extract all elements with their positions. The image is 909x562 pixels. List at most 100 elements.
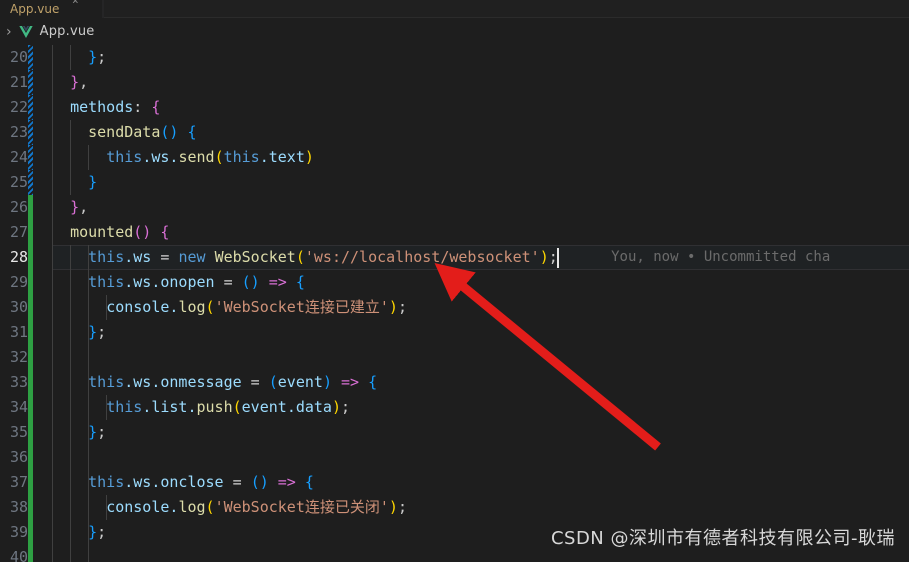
code-text: }; <box>88 323 107 341</box>
git-conflict-gutter-bar <box>28 145 33 170</box>
code-text: }; <box>88 48 107 66</box>
code-text: console.log('WebSocket连接已关闭'); <box>106 498 407 516</box>
git-added-gutter-bar <box>28 370 33 395</box>
code-line[interactable]: 35 }; <box>0 420 909 445</box>
code-line[interactable]: 29 this.ws.onopen = () => { <box>0 270 909 295</box>
line-number: 29 <box>9 273 28 291</box>
git-added-gutter-bar <box>28 345 33 370</box>
code-line[interactable]: 24 this.ws.send(this.text) <box>0 145 909 170</box>
line-number: 38 <box>9 498 28 516</box>
code-editor[interactable]: 20 }; 21 }, 22 methods: {23 sendData() {24… <box>0 45 909 562</box>
indent-guides <box>52 445 452 470</box>
code-line[interactable]: 30 console.log('WebSocket连接已建立'); <box>0 295 909 320</box>
code-text: }, <box>70 198 89 216</box>
code-text: }; <box>88 423 107 441</box>
code-line[interactable]: 32 <box>0 345 909 370</box>
vscode-editor-window: App.vue × › App.vue 20 }; 21 }, 22 methods… <box>0 0 909 562</box>
chevron-right-icon[interactable]: › <box>6 25 12 39</box>
code-text: this.ws.onmessage = (event) => { <box>88 373 378 391</box>
git-added-gutter-bar <box>28 445 33 470</box>
code-line[interactable]: 20 }; <box>0 45 909 70</box>
indent-guides <box>52 45 452 70</box>
code-line[interactable]: 33 this.ws.onmessage = (event) => { <box>0 370 909 395</box>
code-text: }; <box>88 523 107 541</box>
git-added-gutter-bar <box>28 420 33 445</box>
line-number: 22 <box>9 98 28 116</box>
code-text: sendData() { <box>88 123 197 141</box>
code-text: } <box>88 173 98 191</box>
breadcrumb: › App.vue <box>0 18 909 45</box>
line-number: 33 <box>9 373 28 391</box>
code-line[interactable]: 23 sendData() { <box>0 120 909 145</box>
line-number: 26 <box>9 198 28 216</box>
indent-guides <box>52 195 452 220</box>
code-line[interactable]: 27 mounted() { <box>0 220 909 245</box>
git-conflict-gutter-bar <box>28 95 33 120</box>
git-conflict-gutter-bar <box>28 120 33 145</box>
code-line[interactable]: 34 this.list.push(event.data); <box>0 395 909 420</box>
code-text: this.ws.onclose = () => { <box>88 473 314 491</box>
vue-logo-icon <box>18 24 34 40</box>
code-line[interactable]: 21 }, <box>0 70 909 95</box>
code-line[interactable]: 28 this.ws = new WebSocket('ws://localho… <box>0 245 909 270</box>
breadcrumb-file-name[interactable]: App.vue <box>40 24 95 39</box>
git-added-gutter-bar <box>28 545 33 562</box>
line-number: 21 <box>9 73 28 91</box>
git-added-gutter-bar <box>28 195 33 220</box>
git-added-gutter-bar <box>28 520 33 545</box>
line-number: 27 <box>9 223 28 241</box>
code-text: this.ws = new WebSocket('ws://localhost/… <box>88 248 558 266</box>
code-line[interactable]: 36 <box>0 445 909 470</box>
tab-strip-empty-area <box>104 0 909 18</box>
line-number: 32 <box>9 348 28 366</box>
code-text: this.list.push(event.data); <box>106 398 351 416</box>
close-icon[interactable]: × <box>72 0 79 16</box>
code-text: }, <box>70 73 89 91</box>
text-cursor <box>557 248 560 268</box>
code-line[interactable]: 26 }, <box>0 195 909 220</box>
indent-guides <box>52 545 452 562</box>
line-number: 31 <box>9 323 28 341</box>
line-number: 37 <box>9 473 28 491</box>
line-number: 20 <box>9 48 28 66</box>
code-text: this.ws.send(this.text) <box>106 148 314 166</box>
line-number: 39 <box>9 523 28 541</box>
code-line[interactable]: 37 this.ws.onclose = () => { <box>0 470 909 495</box>
indent-guides <box>52 520 452 545</box>
tab-label: App.vue <box>10 2 60 16</box>
code-line[interactable]: 25 } <box>0 170 909 195</box>
git-blame-annotation: You, now • Uncommitted cha <box>611 249 831 265</box>
git-added-gutter-bar <box>28 245 33 270</box>
indent-guides <box>52 320 452 345</box>
csdn-watermark: CSDN @深圳市有德者科技有限公司-耿瑞 <box>550 528 895 549</box>
git-added-gutter-bar <box>28 295 33 320</box>
git-added-gutter-bar <box>28 470 33 495</box>
git-added-gutter-bar <box>28 320 33 345</box>
line-number: 25 <box>9 173 28 191</box>
git-conflict-gutter-bar <box>28 70 33 95</box>
code-text: methods: { <box>70 98 161 116</box>
line-number: 28 <box>9 248 28 266</box>
indent-guides <box>52 345 452 370</box>
git-conflict-gutter-bar <box>28 170 33 195</box>
code-text: console.log('WebSocket连接已建立'); <box>106 298 407 316</box>
git-added-gutter-bar <box>28 495 33 520</box>
code-text: this.ws.onopen = () => { <box>88 273 305 291</box>
git-added-gutter-bar <box>28 220 33 245</box>
tab-app-vue[interactable]: App.vue <box>0 0 102 18</box>
indent-guides <box>52 70 452 95</box>
code-line[interactable]: 31 }; <box>0 320 909 345</box>
indent-guides <box>52 420 452 445</box>
git-added-gutter-bar <box>28 270 33 295</box>
git-added-gutter-bar <box>28 395 33 420</box>
line-number: 36 <box>9 448 28 466</box>
line-number: 40 <box>9 548 28 562</box>
code-line[interactable]: 38 console.log('WebSocket连接已关闭'); <box>0 495 909 520</box>
line-number: 30 <box>9 298 28 316</box>
code-text: mounted() { <box>70 223 170 241</box>
line-number: 35 <box>9 423 28 441</box>
code-line[interactable]: 22 methods: { <box>0 95 909 120</box>
line-number: 34 <box>9 398 28 416</box>
git-conflict-gutter-bar <box>28 45 33 70</box>
line-number: 23 <box>9 123 28 141</box>
